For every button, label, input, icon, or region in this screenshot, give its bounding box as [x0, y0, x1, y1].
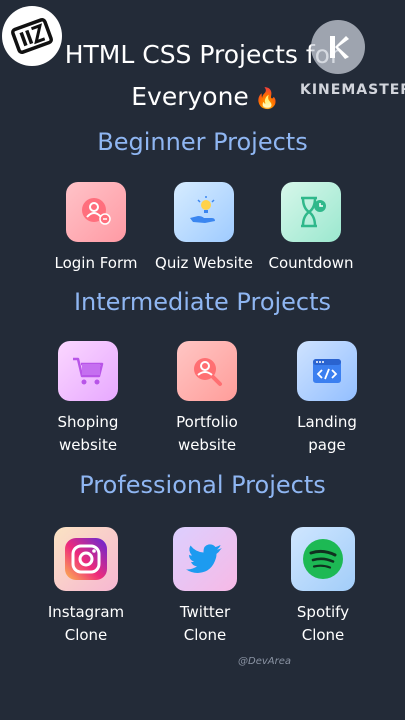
section-title-beginner: Beginner Projects — [97, 128, 308, 156]
instagram-icon — [54, 527, 118, 591]
code-window-icon — [297, 341, 357, 401]
project-label: Countdown — [268, 254, 354, 272]
project-quiz-website[interactable]: Quiz Website — [144, 182, 264, 275]
user-badge-icon — [66, 182, 126, 242]
project-label: Landing page — [297, 413, 357, 454]
title-line-2: Everyone — [131, 82, 249, 111]
hourglass-clock-icon — [281, 182, 341, 242]
cart-icon — [58, 341, 118, 401]
flame-icon: 🔥 — [254, 86, 280, 110]
watermark-text: @DevArea — [238, 656, 292, 667]
project-login-form[interactable]: Login Form — [36, 182, 156, 275]
project-twitter-clone[interactable]: Twitter Clone — [145, 527, 265, 647]
kinemaster-label: KINEMASTER — [300, 82, 405, 98]
twitter-icon — [173, 527, 237, 591]
project-spotify-clone[interactable]: Spotify Clone — [263, 527, 383, 647]
project-label: Portfolio website — [176, 413, 238, 454]
kinemaster-k-icon — [330, 36, 349, 59]
project-countdown[interactable]: Countdown — [251, 182, 371, 275]
project-label: Instagram Clone — [47, 603, 125, 644]
project-label: Twitter Clone — [179, 603, 231, 644]
project-label: Login Form — [54, 254, 138, 272]
project-landing-page[interactable]: Landing page — [267, 341, 387, 457]
lightbulb-hand-icon — [174, 182, 234, 242]
section-title-intermediate: Intermediate Projects — [73, 288, 332, 316]
project-shopping-website[interactable]: Shoping website — [28, 341, 148, 457]
project-label: Quiz Website — [155, 254, 253, 272]
profile-search-icon — [177, 341, 237, 401]
project-label: Spotify Clone — [296, 603, 350, 644]
project-instagram-clone[interactable]: Instagram Clone — [26, 527, 146, 647]
project-portfolio-website[interactable]: Portfolio website — [147, 341, 267, 457]
kinemaster-logo — [311, 20, 365, 74]
spotify-icon — [291, 527, 355, 591]
section-title-professional: Professional Projects — [79, 471, 326, 499]
project-label: Shoping website — [57, 413, 119, 454]
